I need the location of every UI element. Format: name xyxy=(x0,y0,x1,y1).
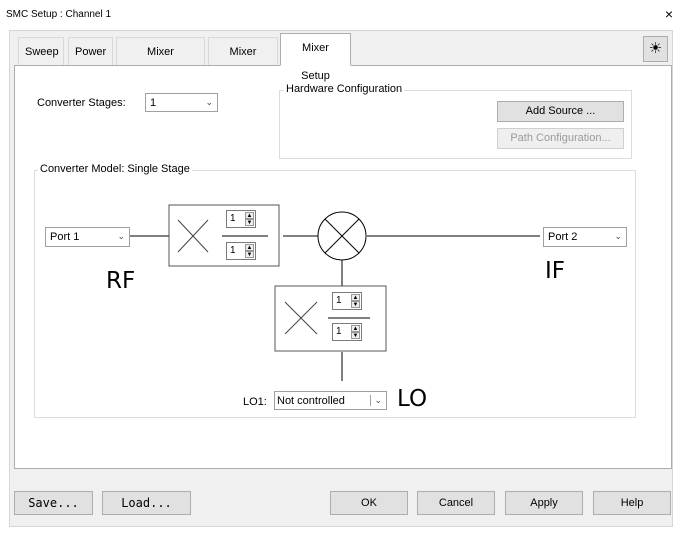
spin-up-icon[interactable]: ▲ xyxy=(351,325,360,332)
spin-down-icon[interactable]: ▼ xyxy=(245,219,254,226)
rf-denominator-value: 1 xyxy=(230,245,236,256)
chevron-down-icon: ⌄ xyxy=(370,395,382,406)
spin-down-icon[interactable]: ▼ xyxy=(351,301,360,308)
apply-button[interactable]: Apply xyxy=(505,491,583,515)
lo-label: LO xyxy=(397,386,428,412)
lo-denominator-value: 1 xyxy=(336,326,342,337)
port2-select[interactable]: Port 2 ⌄ xyxy=(543,227,627,247)
lo1-value: Not controlled xyxy=(277,395,345,407)
chevron-down-icon: ⌄ xyxy=(614,231,622,241)
lo1-label: LO1: xyxy=(243,396,267,408)
cancel-button[interactable]: Cancel xyxy=(417,491,495,515)
port1-select[interactable]: Port 1 ⌄ xyxy=(45,227,130,247)
rf-label: RF xyxy=(106,268,136,294)
chevron-down-icon: ⌄ xyxy=(117,231,125,241)
ok-button[interactable]: OK xyxy=(330,491,408,515)
rf-numerator-value: 1 xyxy=(230,213,236,224)
lo-multiplier-denominator[interactable]: 1 ▲ ▼ xyxy=(332,323,362,341)
spin-down-icon[interactable]: ▼ xyxy=(245,251,254,258)
tab-mixer-setup[interactable]: Mixer Setup xyxy=(280,33,351,82)
spin-up-icon[interactable]: ▲ xyxy=(351,294,360,301)
rf-multiplier-denominator[interactable]: 1 ▲ ▼ xyxy=(226,242,256,260)
spin-up-icon[interactable]: ▲ xyxy=(245,244,254,251)
lo-multiplier-numerator[interactable]: 1 ▲ ▼ xyxy=(332,292,362,310)
spin-down-icon[interactable]: ▼ xyxy=(351,332,360,339)
lo1-select[interactable]: Not controlled ⌄ xyxy=(274,391,387,410)
lo-numerator-value: 1 xyxy=(336,295,342,306)
port2-value: Port 2 xyxy=(548,231,578,243)
save-button[interactable]: Save... xyxy=(14,491,93,515)
load-button[interactable]: Load... xyxy=(102,491,191,515)
converter-diagram xyxy=(130,204,540,381)
port1-value: Port 1 xyxy=(50,231,80,243)
if-label: IF xyxy=(545,258,566,284)
spin-up-icon[interactable]: ▲ xyxy=(245,212,254,219)
rf-multiplier-numerator[interactable]: 1 ▲ ▼ xyxy=(226,210,256,228)
help-button[interactable]: Help xyxy=(593,491,671,515)
